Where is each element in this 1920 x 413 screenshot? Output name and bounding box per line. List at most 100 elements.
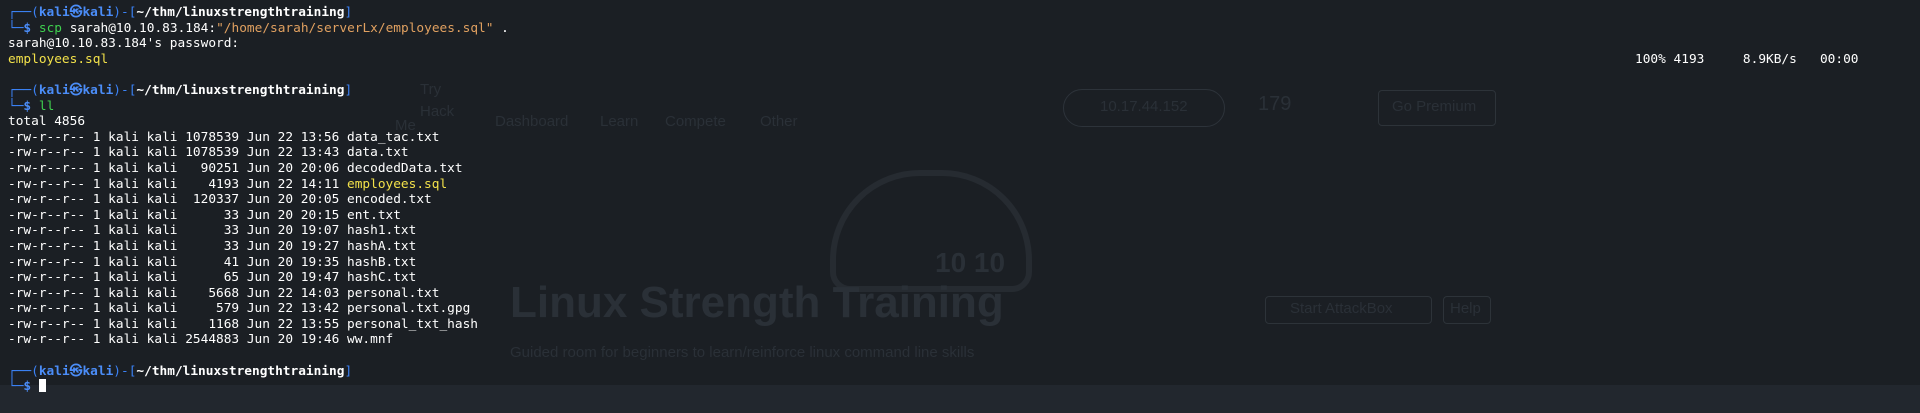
scp-size: 4193 xyxy=(1673,51,1705,67)
command-line-ll: └─$ ll xyxy=(8,99,1920,115)
scp-progress: 100% xyxy=(1635,51,1666,67)
prompt-corner-bottom: └─ xyxy=(8,379,24,395)
file-row: -rw-r--r-- 1 kali kali 33 Jun 20 19:07 h… xyxy=(8,223,1920,239)
ll-command: ll xyxy=(38,98,55,114)
command-line-scp: └─$ scp sarah@10.10.83.184:"/home/sarah/… xyxy=(8,21,1920,37)
file-meta: -rw-r--r-- 1 kali kali 33 Jun 20 19:07 xyxy=(8,223,347,239)
password-prompt-text: sarah@10.10.83.184's password: xyxy=(8,36,240,52)
file-row: -rw-r--r-- 1 kali kali 120337 Jun 20 20:… xyxy=(8,192,1920,208)
prompt-at: ㉿ xyxy=(69,82,83,98)
file-name[interactable]: hashC.txt xyxy=(347,270,416,285)
prompt-symbol: $ xyxy=(23,379,32,395)
prompt-host: kali xyxy=(82,363,114,379)
file-name[interactable]: data.txt xyxy=(347,145,409,160)
prompt-symbol: $ xyxy=(23,20,32,36)
file-row: -rw-r--r-- 1 kali kali 5668 Jun 22 14:03… xyxy=(8,286,1920,302)
prompt-host: kali xyxy=(82,5,114,20)
prompt-symbol: $ xyxy=(23,98,32,114)
file-name[interactable]: hash1.txt xyxy=(347,223,416,238)
file-row: -rw-r--r-- 1 kali kali 65 Jun 20 19:47 h… xyxy=(8,270,1920,286)
prompt-cwd: ~/thm/linuxstrengthtraining xyxy=(136,82,345,98)
file-name[interactable]: hashB.txt xyxy=(347,255,416,270)
file-name[interactable]: personal.txt xyxy=(347,286,439,301)
ll-total: total 4856 xyxy=(8,114,1920,130)
prompt-end-bracket: ] xyxy=(344,363,353,379)
prompt-corner: ┌── xyxy=(8,5,32,20)
prompt-line-top: ┌──(kali㉿kali)-[~/thm/linuxstrengthtrain… xyxy=(8,5,1920,21)
file-name[interactable]: personal.txt.gpg xyxy=(347,301,470,316)
prompt-host: kali xyxy=(82,82,114,98)
prompt-user: kali xyxy=(38,82,70,98)
scp-eta: 00:00 xyxy=(1819,51,1859,67)
file-name[interactable]: employees.sql xyxy=(347,177,447,192)
file-row: -rw-r--r-- 1 kali kali 90251 Jun 20 20:0… xyxy=(8,161,1920,177)
prompt-end-bracket: ] xyxy=(344,82,353,98)
scp-progress-line: employees.sql 100% 4193 8.9KB/s 00:00 xyxy=(8,52,1920,68)
file-row: -rw-r--r-- 1 kali kali 1078539 Jun 22 13… xyxy=(8,145,1920,161)
scp-transfer-stats: 100% 4193 8.9KB/s 00:00 xyxy=(1635,52,1859,68)
file-meta: -rw-r--r-- 1 kali kali 1078539 Jun 22 13… xyxy=(8,145,347,161)
file-row: -rw-r--r-- 1 kali kali 33 Jun 20 20:15 e… xyxy=(8,208,1920,224)
prompt-end-bracket: ] xyxy=(344,5,353,20)
prompt-user: kali xyxy=(38,363,70,379)
file-row: -rw-r--r-- 1 kali kali 1078539 Jun 22 13… xyxy=(8,130,1920,146)
file-name[interactable]: hashA.txt xyxy=(347,239,416,254)
terminal-output[interactable]: ┌──(kali㉿kali)-[~/thm/linuxstrengthtrain… xyxy=(8,5,1920,395)
prompt-corner: ┌── xyxy=(8,363,32,379)
scp-speed: 8.9KB/s xyxy=(1742,51,1797,67)
file-name[interactable]: personal_txt_hash xyxy=(347,317,478,332)
scp-command: scp xyxy=(38,20,62,36)
file-row: -rw-r--r-- 1 kali kali 2544883 Jun 20 19… xyxy=(8,332,1920,348)
file-meta: -rw-r--r-- 1 kali kali 5668 Jun 22 14:03 xyxy=(8,285,347,301)
terminal-window[interactable]: Try Hack Me Dashboard Learn Compete Othe… xyxy=(0,0,1920,413)
prompt-cwd: ~/thm/linuxstrengthtraining xyxy=(136,363,345,379)
prompt-corner: ┌── xyxy=(8,82,32,98)
file-meta: -rw-r--r-- 1 kali kali 2544883 Jun 20 19… xyxy=(8,332,347,348)
file-meta: -rw-r--r-- 1 kali kali 4193 Jun 22 14:11 xyxy=(8,176,347,192)
ll-total-text: total 4856 xyxy=(8,114,86,130)
file-row: -rw-r--r-- 1 kali kali 579 Jun 22 13:42 … xyxy=(8,301,1920,317)
file-row: -rw-r--r-- 1 kali kali 4193 Jun 22 14:11… xyxy=(8,177,1920,193)
file-row: -rw-r--r-- 1 kali kali 41 Jun 20 19:35 h… xyxy=(8,255,1920,271)
prompt-line-top: ┌──(kali㉿kali)-[~/thm/linuxstrengthtrain… xyxy=(8,364,1920,380)
file-row: -rw-r--r-- 1 kali kali 33 Jun 20 19:27 h… xyxy=(8,239,1920,255)
prompt-user: kali xyxy=(38,5,70,20)
file-meta: -rw-r--r-- 1 kali kali 579 Jun 22 13:42 xyxy=(8,301,347,317)
file-meta: -rw-r--r-- 1 kali kali 65 Jun 20 19:47 xyxy=(8,270,347,286)
file-name[interactable]: ent.txt xyxy=(347,208,401,223)
file-name[interactable]: ww.mnf xyxy=(347,332,393,347)
prompt-at: ㉿ xyxy=(69,363,83,379)
prompt-cwd: ~/thm/linuxstrengthtraining xyxy=(136,5,345,20)
file-name[interactable]: encoded.txt xyxy=(347,192,432,207)
text-cursor[interactable] xyxy=(38,379,46,393)
file-meta: -rw-r--r-- 1 kali kali 33 Jun 20 20:15 xyxy=(8,207,347,223)
prompt-at: ㉿ xyxy=(69,5,83,20)
prompt-bracket: )-[ xyxy=(113,363,137,379)
prompt-line-top: ┌──(kali㉿kali)-[~/thm/linuxstrengthtrain… xyxy=(8,83,1920,99)
command-line-current[interactable]: └─$ xyxy=(8,379,1920,395)
prompt-paren: ( xyxy=(31,82,39,98)
prompt-bracket: )-[ xyxy=(113,82,137,98)
password-prompt: sarah@10.10.83.184's password: xyxy=(8,36,1920,52)
file-name[interactable]: data_tac.txt xyxy=(347,130,439,145)
file-meta: -rw-r--r-- 1 kali kali 41 Jun 20 19:35 xyxy=(8,254,347,270)
prompt-corner-bottom: └─ xyxy=(8,98,24,114)
prompt-corner-bottom: └─ xyxy=(8,20,24,36)
file-meta: -rw-r--r-- 1 kali kali 33 Jun 20 19:27 xyxy=(8,238,347,254)
file-meta: -rw-r--r-- 1 kali kali 1168 Jun 22 13:55 xyxy=(8,316,347,332)
file-row: -rw-r--r-- 1 kali kali 1168 Jun 22 13:55… xyxy=(8,317,1920,333)
scp-dest: . xyxy=(501,20,509,36)
file-meta: -rw-r--r-- 1 kali kali 90251 Jun 20 20:0… xyxy=(8,160,347,176)
scp-file-name: employees.sql xyxy=(8,51,109,67)
prompt-bracket: )-[ xyxy=(113,5,137,20)
file-meta: -rw-r--r-- 1 kali kali 1078539 Jun 22 13… xyxy=(8,129,347,145)
file-meta: -rw-r--r-- 1 kali kali 120337 Jun 20 20:… xyxy=(8,192,347,208)
file-name[interactable]: decodedData.txt xyxy=(347,161,463,176)
ll-listing: -rw-r--r-- 1 kali kali 1078539 Jun 22 13… xyxy=(8,130,1920,348)
prompt-paren: ( xyxy=(31,5,39,20)
scp-path: "/home/sarah/serverLx/employees.sql" xyxy=(216,20,494,36)
prompt-paren: ( xyxy=(31,363,39,379)
scp-source: sarah@10.10.83.184: xyxy=(69,20,217,36)
